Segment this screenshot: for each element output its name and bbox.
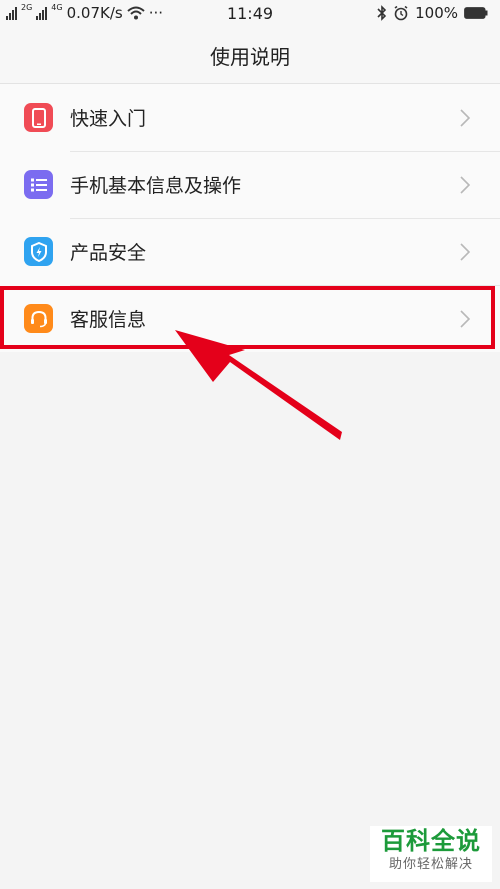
- status-right: 100%: [377, 4, 488, 22]
- shield-icon: [24, 237, 53, 266]
- menu-item-label: 产品安全: [70, 242, 147, 264]
- list-icon: [24, 170, 53, 199]
- chevron-right-icon: [460, 108, 471, 127]
- menu-item-label: 手机基本信息及操作: [70, 175, 242, 197]
- highlight-box: [0, 286, 495, 349]
- menu-item-label: 快速入门: [70, 108, 147, 130]
- watermark: 百科全说 助你轻松解决: [370, 826, 492, 882]
- battery-level: 100%: [415, 4, 458, 22]
- menu-item-product-security[interactable]: 产品安全: [0, 218, 500, 285]
- status-bar: 2G 4G 0.07K/s ··· 11:49 100%: [0, 0, 500, 28]
- menu-item-basic-info[interactable]: 手机基本信息及操作: [0, 151, 500, 218]
- page-header: 使用说明: [0, 28, 500, 84]
- chevron-right-icon: [460, 175, 471, 194]
- bluetooth-icon: [377, 5, 387, 21]
- alarm-icon: [394, 5, 408, 21]
- page-title: 使用说明: [210, 45, 290, 69]
- watermark-title: 百科全说: [381, 827, 481, 855]
- menu-item-quick-start[interactable]: 快速入门: [0, 84, 500, 151]
- battery-icon: [464, 7, 488, 19]
- watermark-subtitle: 助你轻松解决: [388, 857, 473, 872]
- phone-icon: [24, 103, 53, 132]
- chevron-right-icon: [460, 242, 471, 261]
